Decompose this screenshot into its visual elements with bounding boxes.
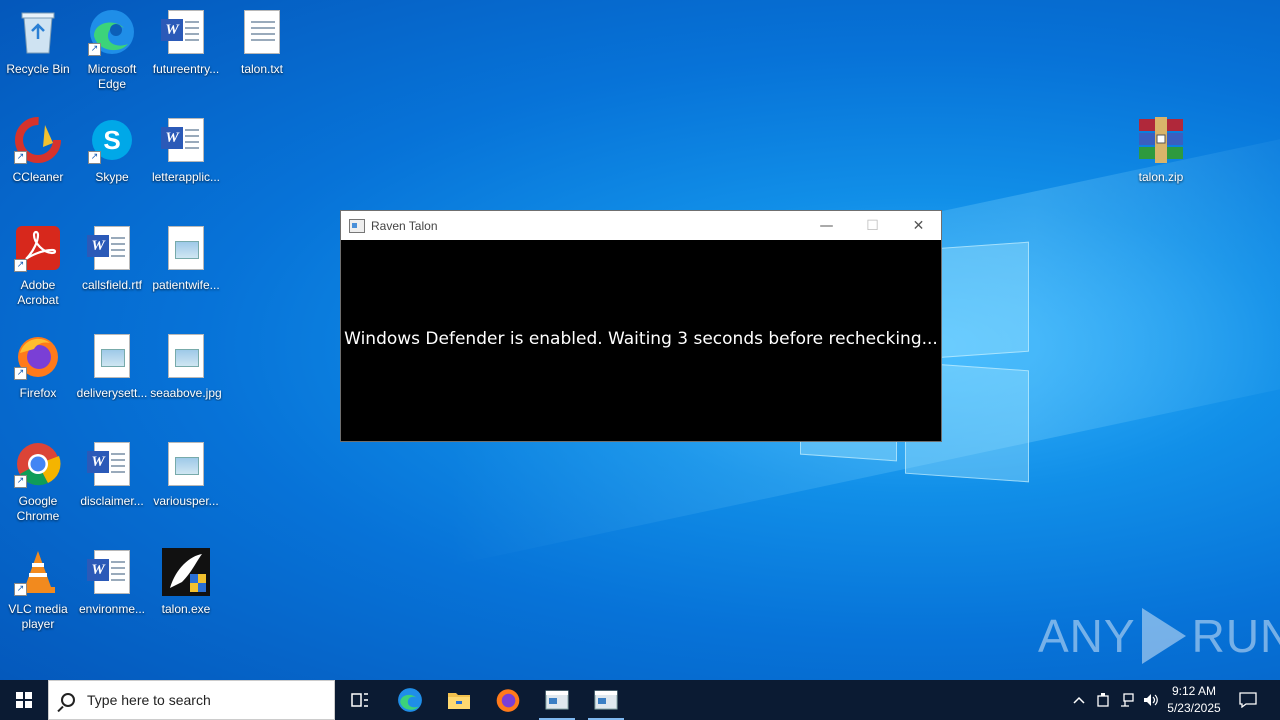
taskbar-firefox[interactable] — [484, 680, 532, 720]
console-output: Windows Defender is enabled. Waiting 3 s… — [344, 329, 938, 349]
notification-icon — [1239, 692, 1257, 708]
taskbar-search-box[interactable]: Type here to search — [48, 680, 335, 720]
tray-device-icon-button[interactable] — [1092, 680, 1114, 720]
skype-icon: S ↗ — [88, 116, 136, 164]
minimize-button[interactable]: — — [804, 211, 849, 240]
console-window-icon — [594, 690, 618, 710]
shortcut-arrow-icon: ↗ — [88, 151, 101, 164]
search-icon — [61, 693, 75, 707]
image-file-icon — [88, 332, 136, 380]
image-file-icon — [162, 440, 210, 488]
vlc-cone-icon: ↗ — [14, 548, 62, 596]
desktop-icon-talon-txt[interactable]: talon.txt — [224, 8, 300, 77]
watermark-right-text: RUN — [1191, 610, 1280, 662]
volume-button[interactable] — [1140, 680, 1162, 720]
start-button[interactable] — [0, 680, 48, 720]
system-clock[interactable]: 9:12 AM 5/23/2025 — [1160, 683, 1228, 717]
desktop-icon-disclaimer[interactable]: W disclaimer... — [74, 440, 150, 509]
desktop-icon-google-chrome[interactable]: ↗ Google Chrome — [0, 440, 76, 524]
desktop-icon-futureentry[interactable]: W futureentry... — [148, 8, 224, 77]
winrar-archive-icon — [1137, 116, 1185, 164]
taskbar-console-window-1[interactable] — [533, 680, 581, 720]
shortcut-arrow-icon: ↗ — [14, 367, 27, 380]
console-window-icon — [545, 690, 569, 710]
desktop-icon-ccleaner[interactable]: ↗ CCleaner — [0, 116, 76, 185]
shortcut-arrow-icon: ↗ — [14, 475, 27, 488]
desktop-icon-firefox[interactable]: ↗ Firefox — [0, 332, 76, 401]
search-placeholder: Type here to search — [87, 692, 211, 708]
ccleaner-icon: ↗ — [14, 116, 62, 164]
clock-time: 9:12 AM — [1171, 684, 1217, 698]
svg-text:S: S — [103, 125, 120, 155]
desktop-icon-microsoft-edge[interactable]: ↗ Microsoft Edge — [74, 8, 150, 92]
word-document-icon: W — [161, 8, 210, 56]
word-document-icon: W — [87, 224, 136, 272]
firefox-icon: ↗ — [14, 332, 62, 380]
window-title: Raven Talon — [371, 218, 438, 233]
speaker-icon — [1144, 694, 1158, 706]
close-button[interactable]: ✕ — [896, 211, 941, 240]
desktop-icon-seaabove[interactable]: seaabove.jpg — [148, 332, 224, 401]
desktop-icon-adobe-acrobat[interactable]: ↗ Adobe Acrobat — [0, 224, 76, 308]
folder-icon — [448, 693, 470, 709]
anyrun-watermark: ANY RUN — [1038, 608, 1280, 664]
edge-icon: ↗ — [88, 8, 136, 56]
network-button[interactable] — [1116, 680, 1138, 720]
word-document-icon: W — [161, 116, 210, 164]
chrome-icon: ↗ — [14, 440, 62, 488]
desktop-icon-recycle-bin[interactable]: Recycle Bin — [0, 8, 76, 77]
task-view-icon — [351, 693, 368, 707]
shortcut-arrow-icon: ↗ — [14, 151, 27, 164]
image-file-icon — [162, 332, 210, 380]
window-titlebar[interactable]: Raven Talon — ☐ ✕ — [341, 211, 941, 240]
maximize-button[interactable]: ☐ — [850, 211, 895, 240]
word-document-icon: W — [87, 440, 136, 488]
desktop-icon-deliverysett[interactable]: deliverysett... — [74, 332, 150, 401]
desktop-icon-environme[interactable]: W environme... — [74, 548, 150, 617]
network-icon — [1121, 693, 1134, 707]
clock-date: 5/23/2025 — [1167, 701, 1221, 715]
task-view-button[interactable] — [336, 680, 384, 720]
taskbar-file-explorer[interactable] — [435, 680, 483, 720]
image-file-icon — [162, 224, 210, 272]
show-hidden-icons-button[interactable] — [1068, 680, 1090, 720]
desktop-icon-skype[interactable]: S ↗ Skype — [74, 116, 150, 185]
adobe-acrobat-icon: ↗ — [14, 224, 62, 272]
chevron-up-icon — [1073, 696, 1085, 704]
recycle-bin-icon — [14, 8, 62, 56]
taskbar: Type here to search 9:12 AM 5/23/2025 — [0, 680, 1280, 720]
edge-icon — [398, 688, 422, 712]
shortcut-arrow-icon: ↗ — [88, 43, 101, 56]
watermark-left-text: ANY — [1038, 610, 1136, 662]
taskbar-edge[interactable] — [386, 680, 434, 720]
word-document-icon: W — [87, 548, 136, 596]
firefox-icon — [496, 689, 520, 712]
talon-exe-icon — [162, 548, 210, 596]
console-app-icon — [349, 218, 365, 233]
shortcut-arrow-icon: ↗ — [14, 583, 27, 596]
windows-logo-icon — [16, 692, 32, 708]
desktop-icon-vlc[interactable]: ↗ VLC media player — [0, 548, 76, 632]
play-icon — [1141, 608, 1186, 664]
desktop-icon-talon-exe[interactable]: talon.exe — [148, 548, 224, 617]
desktop-icon-callsfield[interactable]: W callsfield.rtf — [74, 224, 150, 293]
shortcut-arrow-icon: ↗ — [14, 259, 27, 272]
desktop-icon-patientwife[interactable]: patientwife... — [148, 224, 224, 293]
desktop-icon-talon-zip[interactable]: talon.zip — [1123, 116, 1199, 185]
desktop-icon-variousper[interactable]: variousper... — [148, 440, 224, 509]
text-file-icon — [238, 8, 286, 56]
action-center-button[interactable] — [1236, 680, 1260, 720]
desktop-icon-letterapplic[interactable]: W letterapplic... — [148, 116, 224, 185]
taskbar-console-window-2[interactable] — [582, 680, 630, 720]
usb-device-icon — [1097, 693, 1109, 707]
raven-talon-window[interactable]: Raven Talon — ☐ ✕ Windows Defender is en… — [340, 210, 942, 442]
